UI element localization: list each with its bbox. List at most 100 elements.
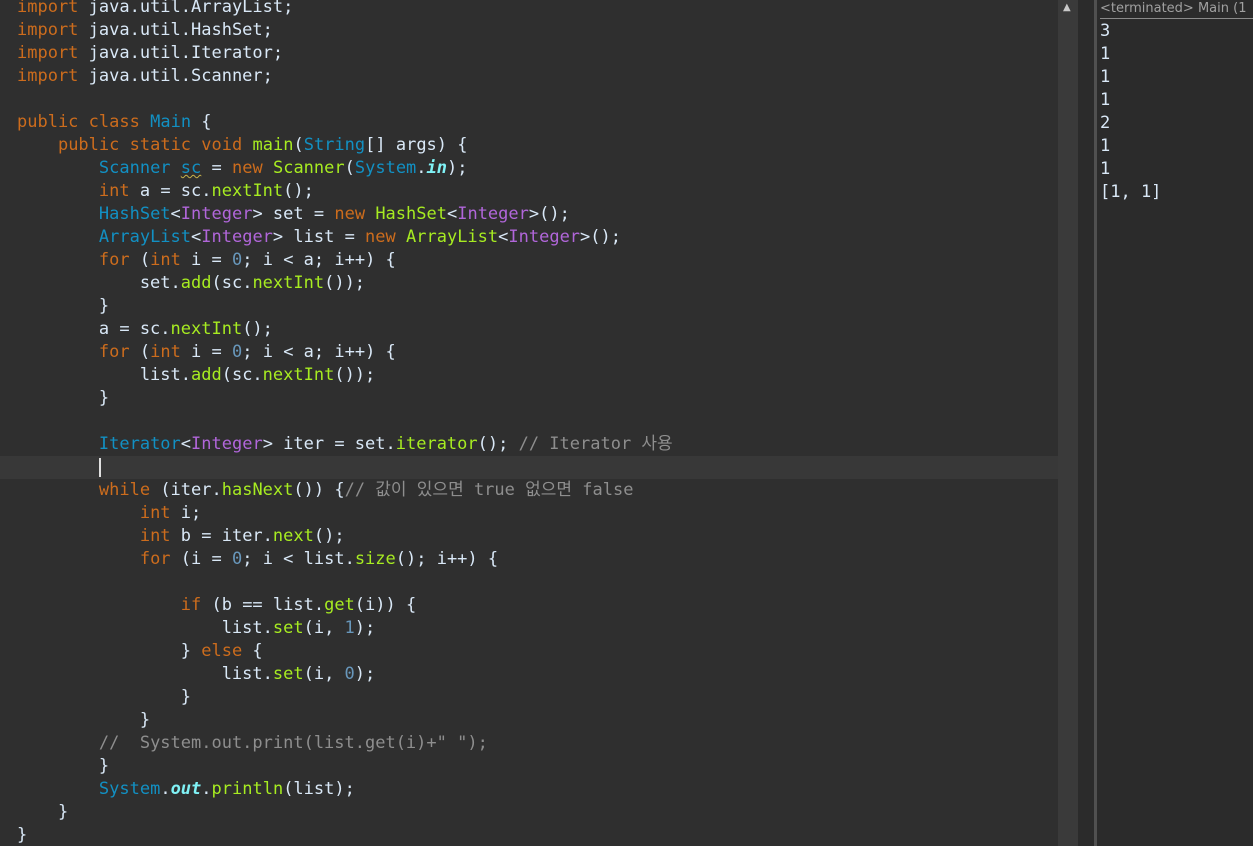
code-line[interactable]: 22 — [0, 456, 1058, 479]
code-line[interactable]: 15 } — [0, 295, 1058, 318]
code-line[interactable]: 26 for (i = 0; i < list.size(); i++) { — [0, 548, 1058, 571]
code-line[interactable]: 18 list.add(sc.nextInt()); — [0, 364, 1058, 387]
code-line[interactable]: 17 for (int i = 0; i < a; i++) { — [0, 341, 1058, 364]
code-line[interactable]: 29 list.set(i, 1); — [0, 617, 1058, 640]
code-token: . — [160, 779, 171, 799]
code-line[interactable]: 5import java.util.Scanner; — [0, 65, 1058, 88]
code-line[interactable]: 14 set.add(sc.nextInt()); — [0, 272, 1058, 295]
code-line[interactable]: 30 } else { — [0, 640, 1058, 663]
code-token: ; i < a; i++) { — [242, 250, 396, 270]
code-token: import — [17, 43, 79, 63]
code-line[interactable]: 10 int a = sc.nextInt(); — [0, 180, 1058, 203]
code-line[interactable]: 11 HashSet<Integer> set = new HashSet<In… — [0, 203, 1058, 226]
code-token: nextInt — [262, 365, 335, 385]
code-token: ); — [447, 158, 468, 178]
code-line[interactable]: 2●import java.util.ArrayList; — [0, 0, 1058, 19]
code-text: ArrayList<Integer> list = new ArrayList<… — [17, 226, 621, 249]
code-token: (i, — [303, 618, 345, 638]
code-token: list. — [17, 365, 191, 385]
code-line[interactable]: 38} — [0, 824, 1058, 846]
code-token: Main — [150, 112, 192, 132]
text-caret — [98, 457, 101, 477]
code-line[interactable]: 36 System.out.println(list); — [0, 778, 1058, 801]
code-line[interactable]: 37 } — [0, 801, 1058, 824]
code-line[interactable]: 6 — [0, 88, 1058, 111]
code-token: set — [272, 664, 304, 684]
code-text: import java.util.ArrayList; — [17, 0, 293, 19]
code-text: for (int i = 0; i < a; i++) { — [17, 341, 396, 364]
code-line[interactable]: 8● public static void main(String[] args… — [0, 134, 1058, 157]
console-view[interactable]: <terminated> Main (1 3 1 1 1 2 1 1 [1, 1] — [1097, 0, 1253, 846]
code-line[interactable]: 21 Iterator<Integer> iter = set.iterator… — [0, 433, 1058, 456]
scroll-up-icon[interactable]: ▲ — [1063, 2, 1071, 13]
console-output-line: 1 — [1100, 159, 1111, 179]
code-line[interactable]: 35 } — [0, 755, 1058, 778]
code-token: < — [498, 227, 509, 247]
code-token: for — [139, 549, 171, 569]
code-token: if — [180, 595, 202, 615]
code-token: new — [232, 158, 263, 178]
code-line[interactable]: 25 int b = iter.next(); — [0, 525, 1058, 548]
code-text: list.set(i, 1); — [17, 617, 376, 640]
code-text: } — [17, 755, 109, 778]
code-token: String — [303, 135, 366, 155]
console-output-line: 3 — [1100, 21, 1111, 41]
code-token: // System.out.print(list.get(i)+" "); — [98, 733, 488, 753]
code-token: ArrayList — [406, 227, 499, 247]
code-token: i = — [180, 250, 232, 270]
code-token: } — [17, 641, 202, 661]
code-line[interactable]: 27 — [0, 571, 1058, 594]
code-token: System — [98, 779, 161, 799]
code-token: (i, — [303, 664, 345, 684]
code-token: add — [180, 273, 212, 293]
code-token: Integer — [457, 204, 529, 224]
code-editor[interactable]: 2●import java.util.ArrayList;3import jav… — [0, 0, 1058, 846]
code-token: java.util.HashSet; — [78, 20, 273, 40]
code-token: hasNext — [221, 480, 294, 500]
code-line[interactable]: 16 a = sc.nextInt(); — [0, 318, 1058, 341]
code-line[interactable]: 9 Scanner sc = new Scanner(System.in); — [0, 157, 1058, 180]
code-line[interactable]: 13 for (int i = 0; i < a; i++) { — [0, 249, 1058, 272]
code-line[interactable]: 19 } — [0, 387, 1058, 410]
code-token: (); — [242, 319, 273, 339]
code-line[interactable]: 24 int i; — [0, 502, 1058, 525]
code-token: class — [88, 112, 140, 132]
code-token: java.util.Scanner; — [78, 66, 273, 86]
code-token: (b == list. — [201, 595, 325, 615]
code-token: HashSet — [375, 204, 447, 224]
code-token: < — [170, 204, 181, 224]
code-token: ) { — [436, 135, 468, 155]
code-line[interactable]: 28 if (b == list.get(i)) { — [0, 594, 1058, 617]
code-line[interactable]: 31 list.set(i, 0); — [0, 663, 1058, 686]
code-token: nextInt — [170, 319, 243, 339]
code-token: Integer — [180, 204, 253, 224]
code-text: public class Main { — [17, 111, 212, 134]
code-line[interactable]: 3import java.util.HashSet; — [0, 19, 1058, 42]
code-line[interactable]: 33 } — [0, 709, 1058, 732]
code-line[interactable]: 23 while (iter.hasNext()) {// 값이 있으면 tru… — [0, 479, 1058, 502]
code-text: for (i = 0; i < list.size(); i++) { — [17, 548, 498, 571]
code-line[interactable]: 12 ArrayList<Integer> list = new ArrayLi… — [0, 226, 1058, 249]
code-text: if (b == list.get(i)) { — [17, 594, 416, 617]
code-token: } — [17, 687, 191, 707]
code-token: . — [201, 779, 212, 799]
code-token: a = sc. — [17, 319, 171, 339]
code-token: 1 — [344, 618, 355, 638]
code-token: Scanner — [272, 158, 345, 178]
code-line[interactable]: 7public class Main { — [0, 111, 1058, 134]
code-token: set. — [17, 273, 181, 293]
code-line[interactable]: 34 // System.out.print(list.get(i)+" "); — [0, 732, 1058, 755]
code-line[interactable]: 32 } — [0, 686, 1058, 709]
code-text: System.out.println(list); — [17, 778, 355, 801]
code-token: while — [98, 480, 151, 500]
code-token: } — [17, 710, 151, 730]
code-token: i = — [180, 342, 232, 362]
code-line[interactable]: 4import java.util.Iterator; — [0, 42, 1058, 65]
code-line[interactable]: 20 — [0, 410, 1058, 433]
overview-ruler[interactable] — [1058, 0, 1078, 846]
